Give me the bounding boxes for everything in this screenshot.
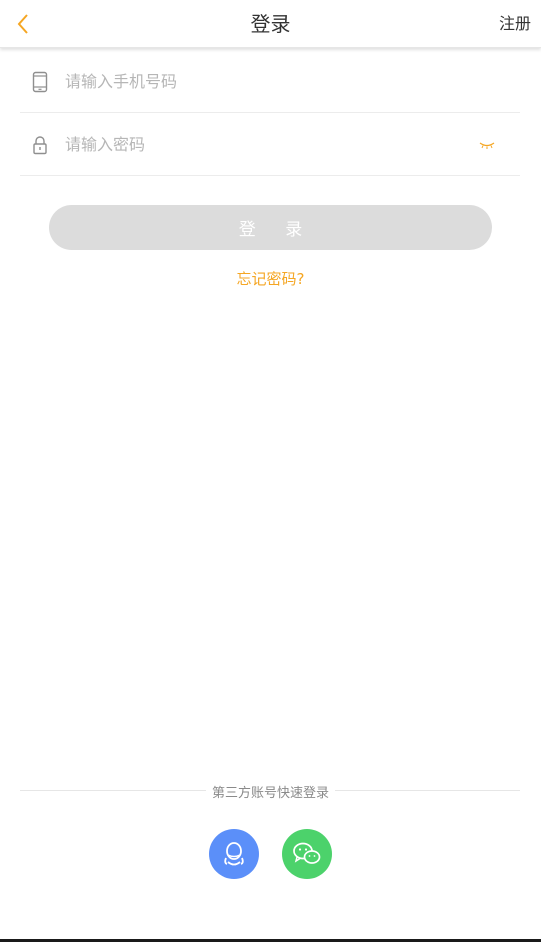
phone-input[interactable]	[65, 65, 445, 97]
password-input[interactable]	[65, 128, 445, 160]
chevron-left-icon	[17, 14, 28, 34]
phone-icon	[30, 71, 50, 93]
qq-icon	[224, 842, 244, 866]
back-button[interactable]	[10, 10, 36, 38]
eye-closed-icon	[479, 142, 495, 149]
page-title: 登录	[250, 12, 291, 36]
qq-login-button[interactable]	[209, 829, 259, 879]
login-button[interactable]: 登 录	[49, 205, 492, 250]
register-link[interactable]: 注册	[499, 0, 531, 48]
password-field	[20, 113, 520, 176]
wechat-login-button[interactable]	[282, 829, 332, 879]
lock-icon	[30, 134, 50, 156]
third-party-login-label: 第三方账号快速登录	[205, 786, 335, 801]
password-visibility-toggle[interactable]	[478, 139, 496, 151]
wechat-icon	[293, 842, 321, 864]
phone-field	[20, 50, 520, 113]
forgot-password-link[interactable]: 忘记密码?	[237, 270, 305, 288]
navbar: 登录 注册	[0, 0, 541, 48]
